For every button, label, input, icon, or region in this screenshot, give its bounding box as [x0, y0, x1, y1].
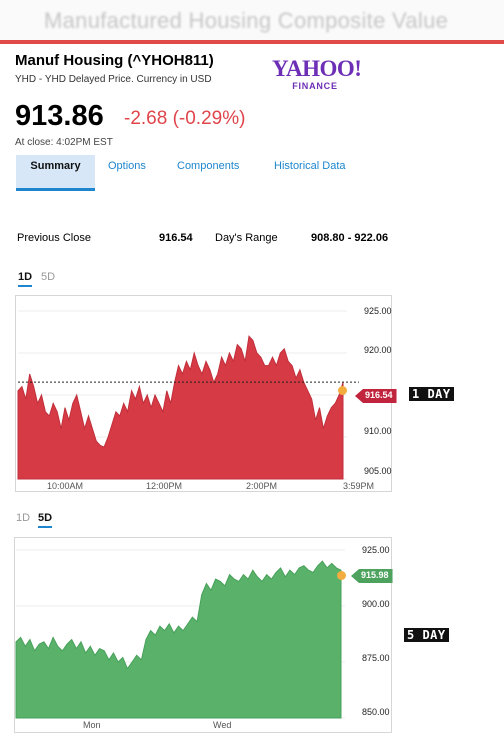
y-tick: 850.00 — [362, 707, 390, 717]
days-range-label: Day's Range — [215, 232, 278, 244]
price-marker-1d: 916.54 — [355, 389, 397, 403]
prev-close-value: 916.54 — [159, 232, 193, 244]
logo-sub: FINANCE — [292, 81, 338, 91]
x-tick: 3:59PM — [343, 481, 375, 491]
quote-price: 913.86 — [15, 100, 104, 132]
y-tick: 910.00 — [364, 426, 392, 436]
x-tick: Wed — [213, 720, 232, 730]
range-tab-1d[interactable]: 1D — [16, 512, 30, 524]
quote-subtitle: YHD - YHD Delayed Price. Currency in USD — [15, 74, 212, 85]
y-tick: 875.00 — [362, 653, 390, 663]
x-tick: 2:00PM — [246, 481, 278, 491]
last-price-dot — [338, 386, 347, 395]
quote-change: -2.68 (-0.29%) — [124, 108, 246, 129]
x-tick: 12:00PM — [146, 481, 183, 491]
page-title: Manufactured Housing Composite Value — [44, 8, 449, 33]
chart-1d: 925.00 920.00 910.00 905.00 10:00AM 12:0… — [15, 295, 397, 492]
prev-close-label: Previous Close — [17, 232, 91, 244]
tab-options[interactable]: Options — [108, 155, 146, 191]
logo-brand: YAHOO! — [272, 56, 362, 81]
close-time: At close: 4:02PM EST — [15, 137, 113, 148]
x-tick: 10:00AM — [47, 481, 84, 491]
one-day-label: 1 DAY — [409, 387, 454, 401]
tab-components[interactable]: Components — [177, 155, 239, 191]
page-header: Manufactured Housing Composite Value — [0, 0, 504, 44]
range-tab-5d[interactable]: 5D — [38, 512, 53, 528]
tab-historical-data[interactable]: Historical Data — [274, 155, 346, 191]
chart-1d-plot — [17, 310, 359, 480]
x-tick: Mon — [83, 720, 101, 730]
chart-5d: 925.00 900.00 875.00 850.00 Mon Wed 915.… — [14, 537, 393, 733]
y-tick: 900.00 — [362, 599, 390, 609]
range-tab-1d[interactable]: 1D — [18, 271, 33, 287]
y-tick: 920.00 — [364, 345, 392, 355]
yahoo-finance-logo: YAHOO! FINANCE — [272, 56, 362, 91]
range-tab-5d[interactable]: 5D — [41, 271, 55, 283]
chart-5d-plot — [15, 549, 345, 719]
y-tick: 905.00 — [364, 466, 392, 476]
five-day-label: 5 DAY — [404, 628, 449, 642]
days-range-value: 908.80 - 922.06 — [311, 232, 389, 244]
tab-summary[interactable]: Summary — [16, 155, 95, 191]
price-marker-5d: 915.98 — [351, 569, 393, 583]
last-price-dot — [337, 571, 346, 580]
series-area — [17, 335, 344, 480]
y-tick: 925.00 — [364, 306, 392, 316]
y-tick: 925.00 — [362, 545, 390, 555]
series-area — [15, 560, 342, 719]
quote-name: Manuf Housing (^YHOH811) — [15, 52, 214, 69]
